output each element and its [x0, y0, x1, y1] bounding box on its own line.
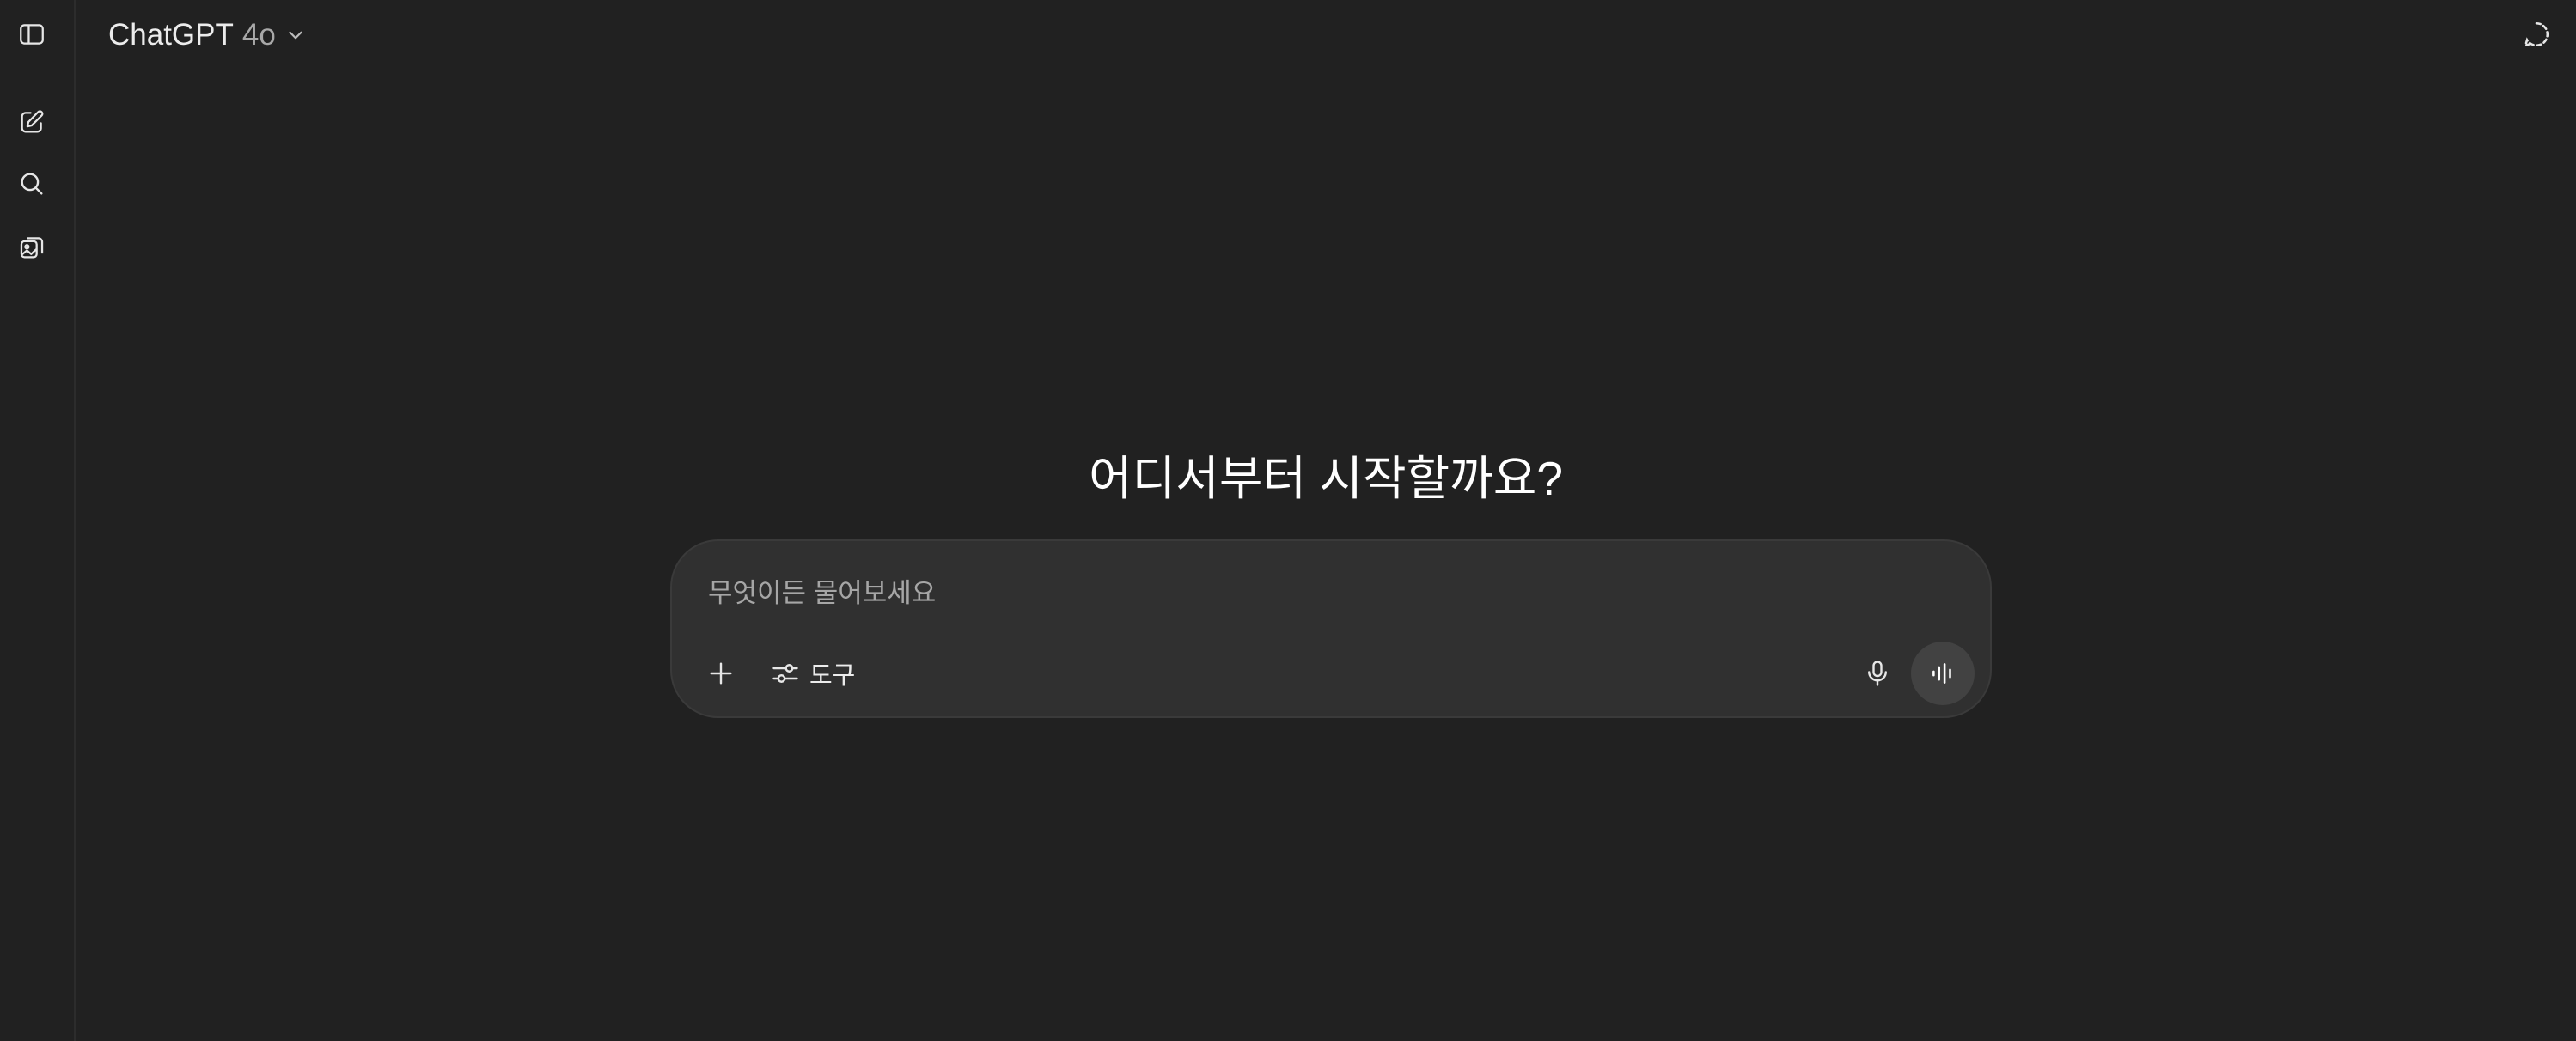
microphone-icon [1868, 661, 1887, 686]
library-icon [20, 237, 44, 259]
search-icon [21, 173, 43, 195]
prompt-input[interactable] [706, 572, 1913, 615]
temporary-chat-icon [2524, 21, 2549, 47]
sliders-icon [772, 664, 798, 683]
model-selector[interactable]: ChatGPT 4o [96, 12, 319, 58]
search-chats-button[interactable] [10, 162, 53, 205]
plus-icon [710, 662, 732, 685]
tools-label: 도구 [809, 662, 856, 690]
tools-button[interactable]: 도구 [758, 650, 867, 697]
sidebar-toggle-button[interactable] [10, 13, 53, 56]
new-chat-button[interactable] [10, 100, 53, 143]
sidebar-toggle-icon [20, 24, 44, 45]
new-chat-icon [21, 110, 44, 133]
dictate-button[interactable] [1854, 650, 1901, 697]
page-title: 어디서부터 시작할까요? [1089, 451, 1563, 505]
sidebar-rail [0, 0, 76, 1041]
temporary-chat-button[interactable] [2514, 12, 2559, 57]
model-version: 4o [241, 18, 276, 52]
app-window: ChatGPT 4o 어디서부터 시작할까요? 무엇이든 물어보세요 도구 [0, 0, 2576, 1041]
composer: 도구 [670, 539, 1992, 718]
chevron-down-icon [289, 31, 302, 40]
library-button[interactable] [10, 226, 53, 269]
voice-waveform-icon [1932, 663, 1951, 684]
model-name: ChatGPT [108, 18, 234, 52]
add-attachment-button[interactable] [698, 650, 744, 697]
voice-mode-button[interactable] [1911, 642, 1975, 705]
